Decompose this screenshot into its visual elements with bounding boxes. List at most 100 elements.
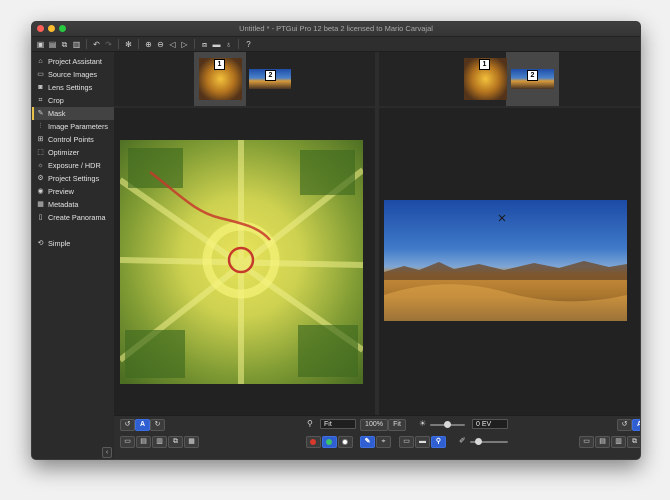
brush-size-knob[interactable] <box>475 438 482 445</box>
save-mask-button[interactable]: ▤ <box>136 436 151 448</box>
toolbar-separator <box>138 39 139 49</box>
sidebar-item-simple[interactable]: ⟲ Simple <box>32 237 114 250</box>
sun-icon: ☼ <box>37 162 44 169</box>
save-mask-button-right[interactable]: ▤ <box>595 436 610 448</box>
sidebar-item-optimizer[interactable]: ⬚ Optimizer <box>32 146 114 159</box>
light-icon[interactable]: ♁ <box>223 39 234 50</box>
open-mask-button[interactable]: ▭ <box>120 436 135 448</box>
sidebar-item-label: Exposure / HDR <box>48 161 101 170</box>
sidebar-item-label: Simple <box>48 239 71 248</box>
sidebar-item-exposure-hdr[interactable]: ☼ Exposure / HDR <box>32 159 114 172</box>
redo-icon[interactable]: ↷ <box>103 39 114 50</box>
sidebar-item-label: Metadata <box>48 200 79 209</box>
panorama-editor-icon[interactable]: ▬ <box>211 39 222 50</box>
duplicate-icon[interactable]: ⧉ <box>59 39 70 50</box>
sidebar-item-mask[interactable]: ✎ Mask <box>32 107 114 120</box>
zoom-out-icon[interactable]: ⊖ <box>155 39 166 50</box>
paste-mask-button[interactable]: ▦ <box>184 436 199 448</box>
sidebar-item-label: Lens Settings <box>48 83 93 92</box>
new-project-icon[interactable]: ▣ <box>35 39 46 50</box>
line-tool-button[interactable]: ▬ <box>415 436 430 448</box>
sidebar-item-project-settings[interactable]: ⚙ Project Settings <box>32 172 114 185</box>
sidebar-item-source-images[interactable]: ▭ Source Images <box>32 68 114 81</box>
sidebar-item-crop[interactable]: ⌗ Crop <box>32 94 114 107</box>
sidebar-item-label: Control Points <box>48 135 94 144</box>
crop-icon: ⌗ <box>38 97 43 104</box>
thumbnail-number-2: 2 <box>265 70 276 81</box>
settings-icon[interactable]: ✻ <box>123 39 134 50</box>
green-dot-icon <box>326 439 332 445</box>
panorama-icon: ▯ <box>38 214 43 221</box>
left-image-pane[interactable] <box>114 108 375 415</box>
open-mask-button-right[interactable]: ▭ <box>579 436 594 448</box>
mask-editor-image[interactable] <box>120 140 363 384</box>
title-bar: Untitled * - PTGui Pro 12 beta 2 license… <box>32 22 640 37</box>
sidebar-item-preview[interactable]: ◉ Preview <box>32 185 114 198</box>
delete-mask-button[interactable]: ▥ <box>152 436 167 448</box>
save-icon[interactable]: ▥ <box>71 39 82 50</box>
sidebar-item-label: Crop <box>48 96 64 105</box>
sliders-icon: ⫶ <box>39 123 42 130</box>
brush-icon: ✎ <box>37 110 44 117</box>
images-icon[interactable]: ⧈ <box>199 39 210 50</box>
panorama-image[interactable] <box>384 200 627 321</box>
magnifier-icon: ⚲ <box>307 419 313 428</box>
sidebar-item-project-assistant[interactable]: ⌂ Project Assistant <box>32 55 114 68</box>
auto-mask-button[interactable]: A <box>135 419 150 431</box>
open-icon[interactable]: ▤ <box>47 39 58 50</box>
sidebar-item-create-panorama[interactable]: ▯ Create Panorama <box>32 211 114 224</box>
exposure-value-field[interactable]: 0 EV <box>472 419 508 429</box>
right-image-pane[interactable] <box>379 108 640 415</box>
previous-icon[interactable]: ◁ <box>167 39 178 50</box>
zoom-in-icon[interactable]: ⊕ <box>143 39 154 50</box>
sun-icon: ☀ <box>419 419 427 428</box>
toolbar-separator <box>238 39 239 49</box>
close-window-button[interactable] <box>37 25 44 32</box>
toolbar-separator <box>194 39 195 49</box>
sidebar-item-lens-settings[interactable]: ◙ Lens Settings <box>32 81 114 94</box>
rectangle-tool-button[interactable]: ▭ <box>399 436 414 448</box>
sidebar-item-label: Preview <box>48 187 74 196</box>
copy-mask-button[interactable]: ⧉ <box>168 436 183 448</box>
collapse-sidebar-button[interactable]: ‹ <box>102 447 112 458</box>
toolbar-separator <box>118 39 119 49</box>
house-icon: ⌂ <box>38 58 43 65</box>
help-icon[interactable]: ? <box>243 39 254 50</box>
window-title: Untitled * - PTGui Pro 12 beta 2 license… <box>239 24 433 33</box>
sidebar-item-label: Mask <box>48 109 66 118</box>
delete-mask-button-right[interactable]: ▥ <box>611 436 626 448</box>
zoom-fit-button[interactable]: Fit <box>388 419 406 431</box>
zoom-window-button[interactable] <box>59 25 66 32</box>
sidebar-item-metadata[interactable]: ▦ Metadata <box>32 198 114 211</box>
sidebar-item-label: Create Panorama <box>48 213 106 222</box>
sidebar-item-label: Optimizer <box>48 148 80 157</box>
brush-tool-button[interactable]: ✎ <box>360 436 375 448</box>
auto-button-right[interactable]: A <box>632 419 640 431</box>
zoom-select[interactable]: Fit <box>320 419 356 429</box>
next-icon[interactable]: ▷ <box>179 39 190 50</box>
sidebar-item-control-points[interactable]: ⊞ Control Points <box>32 133 114 146</box>
main-toolbar: ▣ ▤ ⧉ ▥ ↶ ↷ ✻ ⊕ ⊖ ◁ ▷ ⧈ ▬ ♁ ? <box>32 37 640 52</box>
bottom-controls: ↺ A ↻ ⚲ Fit 100% Fit ☀ 0 EV ↺ A ↻ ▭ ▤ ▥ … <box>114 415 640 459</box>
metadata-icon: ▦ <box>37 201 44 208</box>
app-window: Untitled * - PTGui Pro 12 beta 2 license… <box>31 21 641 460</box>
link-tool-button[interactable]: ⚲ <box>431 436 446 448</box>
thumbnail-number-1: 1 <box>214 59 225 70</box>
optimizer-icon: ⬚ <box>37 149 44 156</box>
fill-tool-button[interactable]: ⌖ <box>376 436 391 448</box>
minimize-window-button[interactable] <box>48 25 55 32</box>
sidebar-item-label: Source Images <box>48 70 98 79</box>
zoom-100-button[interactable]: 100% <box>360 419 388 431</box>
sidebar-item-label: Project Settings <box>48 174 100 183</box>
toolbar-separator <box>86 39 87 49</box>
sidebar-item-image-parameters[interactable]: ⫶ Image Parameters <box>32 120 114 133</box>
copy-mask-button-right[interactable]: ⧉ <box>627 436 640 448</box>
rotate-left-button[interactable]: ↺ <box>120 419 135 431</box>
rotate-left-button-right[interactable]: ↺ <box>617 419 632 431</box>
lens-icon: ◙ <box>38 84 43 91</box>
control-points-icon: ⊞ <box>37 136 44 143</box>
undo-icon[interactable]: ↶ <box>91 39 102 50</box>
red-dot-icon <box>310 439 316 445</box>
exposure-slider-knob[interactable] <box>444 421 451 428</box>
rotate-right-button[interactable]: ↻ <box>150 419 165 431</box>
